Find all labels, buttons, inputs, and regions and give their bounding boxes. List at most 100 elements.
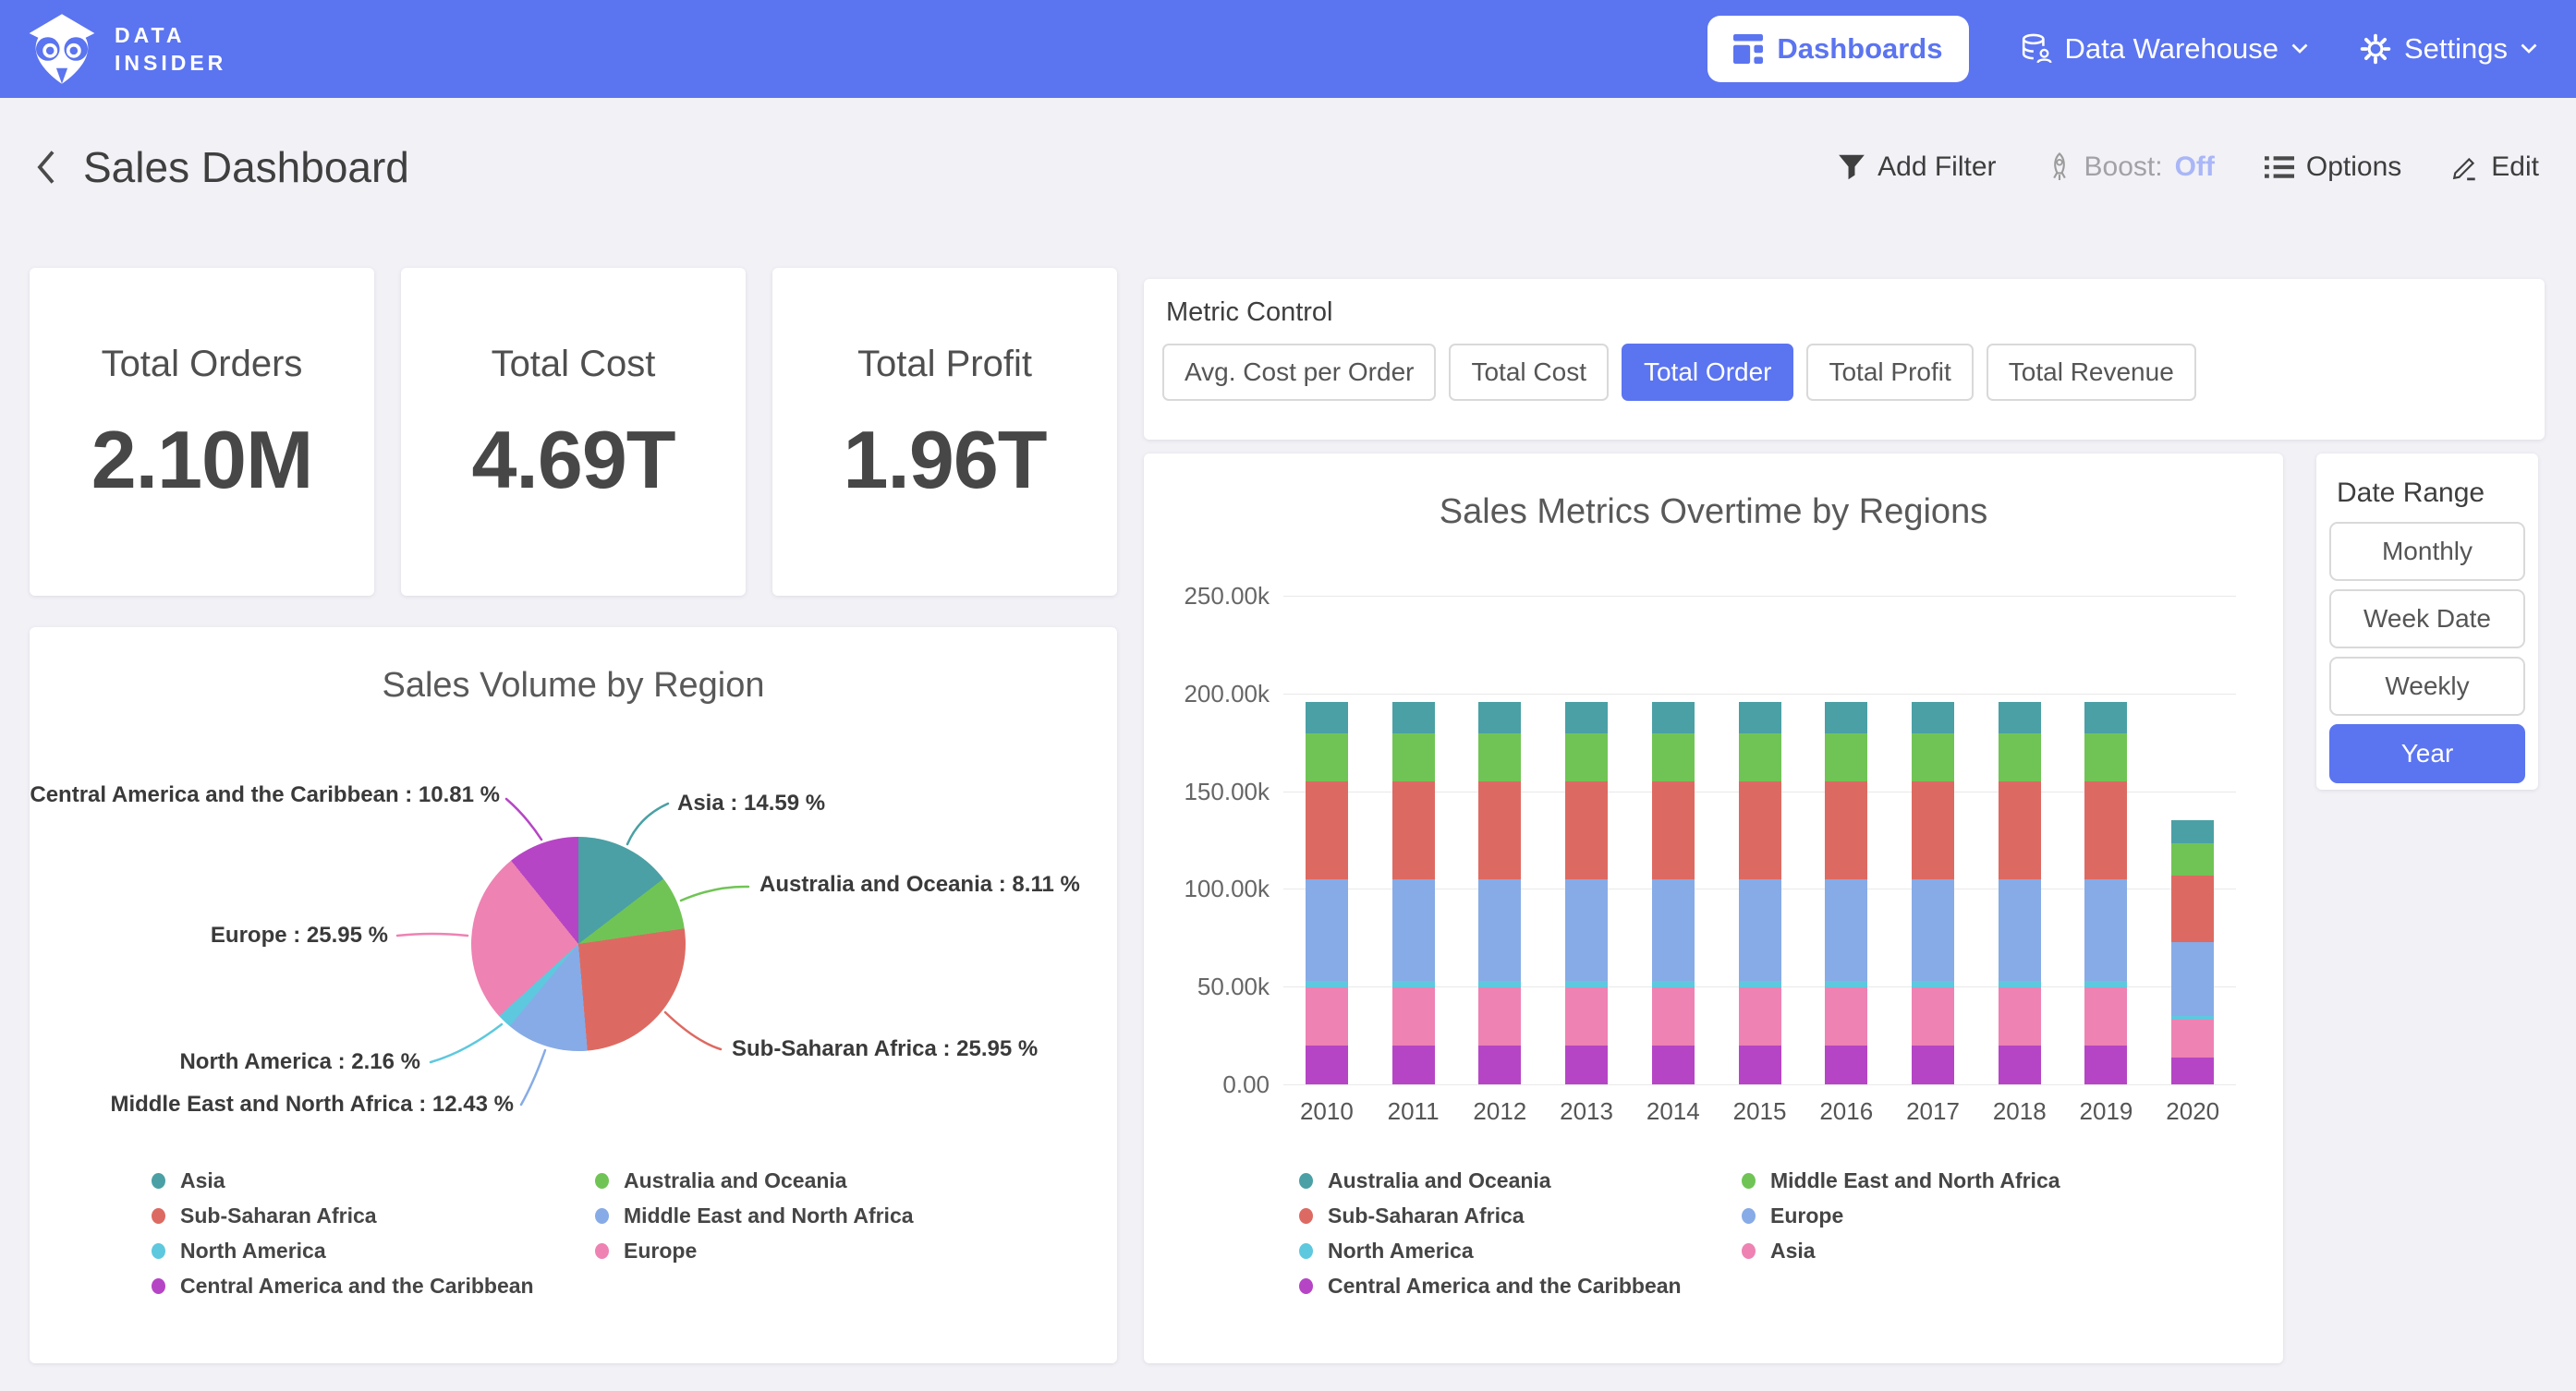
stacked-bar (1825, 702, 1867, 1084)
chevron-down-icon (2291, 43, 2308, 54)
page-header-actions: Add Filter Boost: Off (1838, 151, 2539, 183)
chevron-down-icon (2521, 43, 2537, 54)
x-tick-label: 2017 (1889, 1097, 1976, 1126)
bar-segment-australia-and-oceania (1912, 702, 1954, 733)
y-tick-label: 200.00k (1137, 680, 1270, 708)
legend-item-australia-and-oceania[interactable]: Australia and Oceania (595, 1163, 914, 1198)
metric-control-title: Metric Control (1166, 297, 1333, 328)
legend-item-north-america[interactable]: North America (152, 1233, 595, 1268)
bar-segment-australia-and-oceania (1999, 702, 2041, 733)
edit-button[interactable]: Edit (2451, 151, 2539, 183)
bar-segment-asia (1739, 987, 1781, 1045)
stacked-bar (1999, 702, 2041, 1084)
pie-callout-central-america-and-the-caribbean: Central America and the Caribbean : 10.8… (30, 782, 500, 808)
bar-chart-title: Sales Metrics Overtime by Regions (1144, 492, 2283, 532)
bar-segment-middle-east-and-north-africa (2084, 733, 2127, 781)
pencil-icon (2451, 152, 2479, 182)
boost-toggle[interactable]: Boost: Off (2047, 151, 2215, 183)
bar-segment-europe (2084, 879, 2127, 981)
bar-segment-sub-saharan-africa (1652, 781, 1695, 879)
kpi-value: 1.96T (772, 413, 1117, 507)
legend-item-central-america-and-the-caribbean[interactable]: Central America and the Caribbean (152, 1268, 595, 1303)
metric-button-avg-cost-per-order[interactable]: Avg. Cost per Order (1162, 344, 1436, 401)
metric-button-total-order[interactable]: Total Order (1622, 344, 1794, 401)
date-range-button-year[interactable]: Year (2329, 724, 2525, 783)
stacked-bar (1392, 702, 1435, 1084)
bar-segment-europe (1565, 879, 1608, 981)
bar-segment-north-america (1565, 981, 1608, 987)
bar-segment-central-america-and-the-caribbean (2171, 1058, 2214, 1084)
legend-item-asia[interactable]: Asia (1742, 1233, 2060, 1268)
bar-segment-europe (2171, 942, 2214, 1016)
legend-label: Europe (624, 1239, 697, 1264)
legend-dot (595, 1243, 609, 1259)
legend-item-asia[interactable]: Asia (152, 1163, 595, 1198)
page-header: Sales Dashboard Add Filter Boost: Off (0, 98, 2576, 236)
pie-callout-middle-east-and-north-africa: Middle East and North Africa : 12.43 % (110, 1092, 514, 1118)
bar-segment-europe (1912, 879, 1954, 981)
legend-item-middle-east-and-north-africa[interactable]: Middle East and North Africa (595, 1198, 914, 1233)
bar-segment-sub-saharan-africa (1825, 781, 1867, 879)
gear-icon (2360, 33, 2391, 65)
bar-segment-europe (1478, 879, 1521, 981)
bar-segment-australia-and-oceania (1306, 702, 1348, 733)
pie-callout-north-america: North America : 2.16 % (179, 1049, 420, 1075)
date-range-button-week-date[interactable]: Week Date (2329, 589, 2525, 648)
metric-button-total-profit[interactable]: Total Profit (1806, 344, 1973, 401)
dashboards-label: Dashboards (1777, 32, 1942, 66)
legend-dot (152, 1173, 165, 1189)
kpi-card-total-cost: Total Cost 4.69T (401, 268, 746, 596)
legend-item-sub-saharan-africa[interactable]: Sub-Saharan Africa (152, 1198, 595, 1233)
x-tick-label: 2016 (1803, 1097, 1889, 1126)
data-warehouse-menu[interactable]: Data Warehouse (2021, 32, 2308, 66)
bar-2013 (1543, 702, 1630, 1084)
back-chevron-icon[interactable] (35, 149, 57, 186)
add-filter-button[interactable]: Add Filter (1838, 151, 1996, 183)
legend-label: Asia (1770, 1239, 1816, 1264)
legend-item-sub-saharan-africa[interactable]: Sub-Saharan Africa (1299, 1198, 1742, 1233)
sales-dashboard-screen: DATA INSIDER Dashboards (0, 0, 2576, 1391)
bar-2015 (1717, 702, 1804, 1084)
date-range-button-weekly[interactable]: Weekly (2329, 657, 2525, 716)
legend-item-central-america-and-the-caribbean[interactable]: Central America and the Caribbean (1299, 1268, 1742, 1303)
bar-segment-australia-and-oceania (1739, 702, 1781, 733)
bar-segment-north-america (1306, 981, 1348, 987)
bar-segment-australia-and-oceania (1825, 702, 1867, 733)
bar-segment-sub-saharan-africa (2171, 876, 2214, 942)
y-tick-label: 100.00k (1137, 875, 1270, 902)
date-range-button-monthly[interactable]: Monthly (2329, 522, 2525, 581)
stacked-bar (2171, 820, 2214, 1084)
brand-text: DATA INSIDER (115, 21, 226, 77)
bar-2020 (2149, 820, 2236, 1084)
bar-segment-sub-saharan-africa (1392, 781, 1435, 879)
bar-segment-middle-east-and-north-africa (1565, 733, 1608, 781)
top-nav: DATA INSIDER Dashboards (0, 0, 2576, 98)
legend-item-middle-east-and-north-africa[interactable]: Middle East and North Africa (1742, 1163, 2060, 1198)
bar-segment-north-america (1912, 981, 1954, 987)
bar-segment-central-america-and-the-caribbean (1825, 1046, 1867, 1084)
date-range-buttons: Monthly Week Date Weekly Year (2329, 522, 2525, 783)
metric-button-total-revenue[interactable]: Total Revenue (1987, 344, 2196, 401)
legend-item-europe[interactable]: Europe (1742, 1198, 2060, 1233)
bar-2018 (1976, 702, 2063, 1084)
bar-segment-sub-saharan-africa (1306, 781, 1348, 879)
x-tick-label: 2010 (1283, 1097, 1370, 1126)
metric-buttons: Avg. Cost per OrderTotal CostTotal Order… (1162, 344, 2196, 401)
settings-menu[interactable]: Settings (2360, 32, 2537, 66)
bar-segment-europe (1825, 879, 1867, 981)
bar-segment-europe (1392, 879, 1435, 981)
stacked-bar (1478, 702, 1521, 1084)
stacked-bar (2084, 702, 2127, 1084)
dashboard-grid-icon (1733, 34, 1763, 64)
options-button[interactable]: Options (2265, 151, 2401, 183)
legend-item-north-america[interactable]: North America (1299, 1233, 1742, 1268)
legend-item-europe[interactable]: Europe (595, 1233, 914, 1268)
metric-button-total-cost[interactable]: Total Cost (1449, 344, 1609, 401)
dashboards-button[interactable]: Dashboards (1707, 16, 1968, 82)
options-label: Options (2306, 151, 2401, 183)
bar-segment-north-america (1825, 981, 1867, 987)
bar-segment-asia (1999, 987, 2041, 1045)
kpi-value: 4.69T (401, 413, 746, 507)
bar-segment-asia (2171, 1020, 2214, 1058)
legend-item-australia-and-oceania[interactable]: Australia and Oceania (1299, 1163, 1742, 1198)
